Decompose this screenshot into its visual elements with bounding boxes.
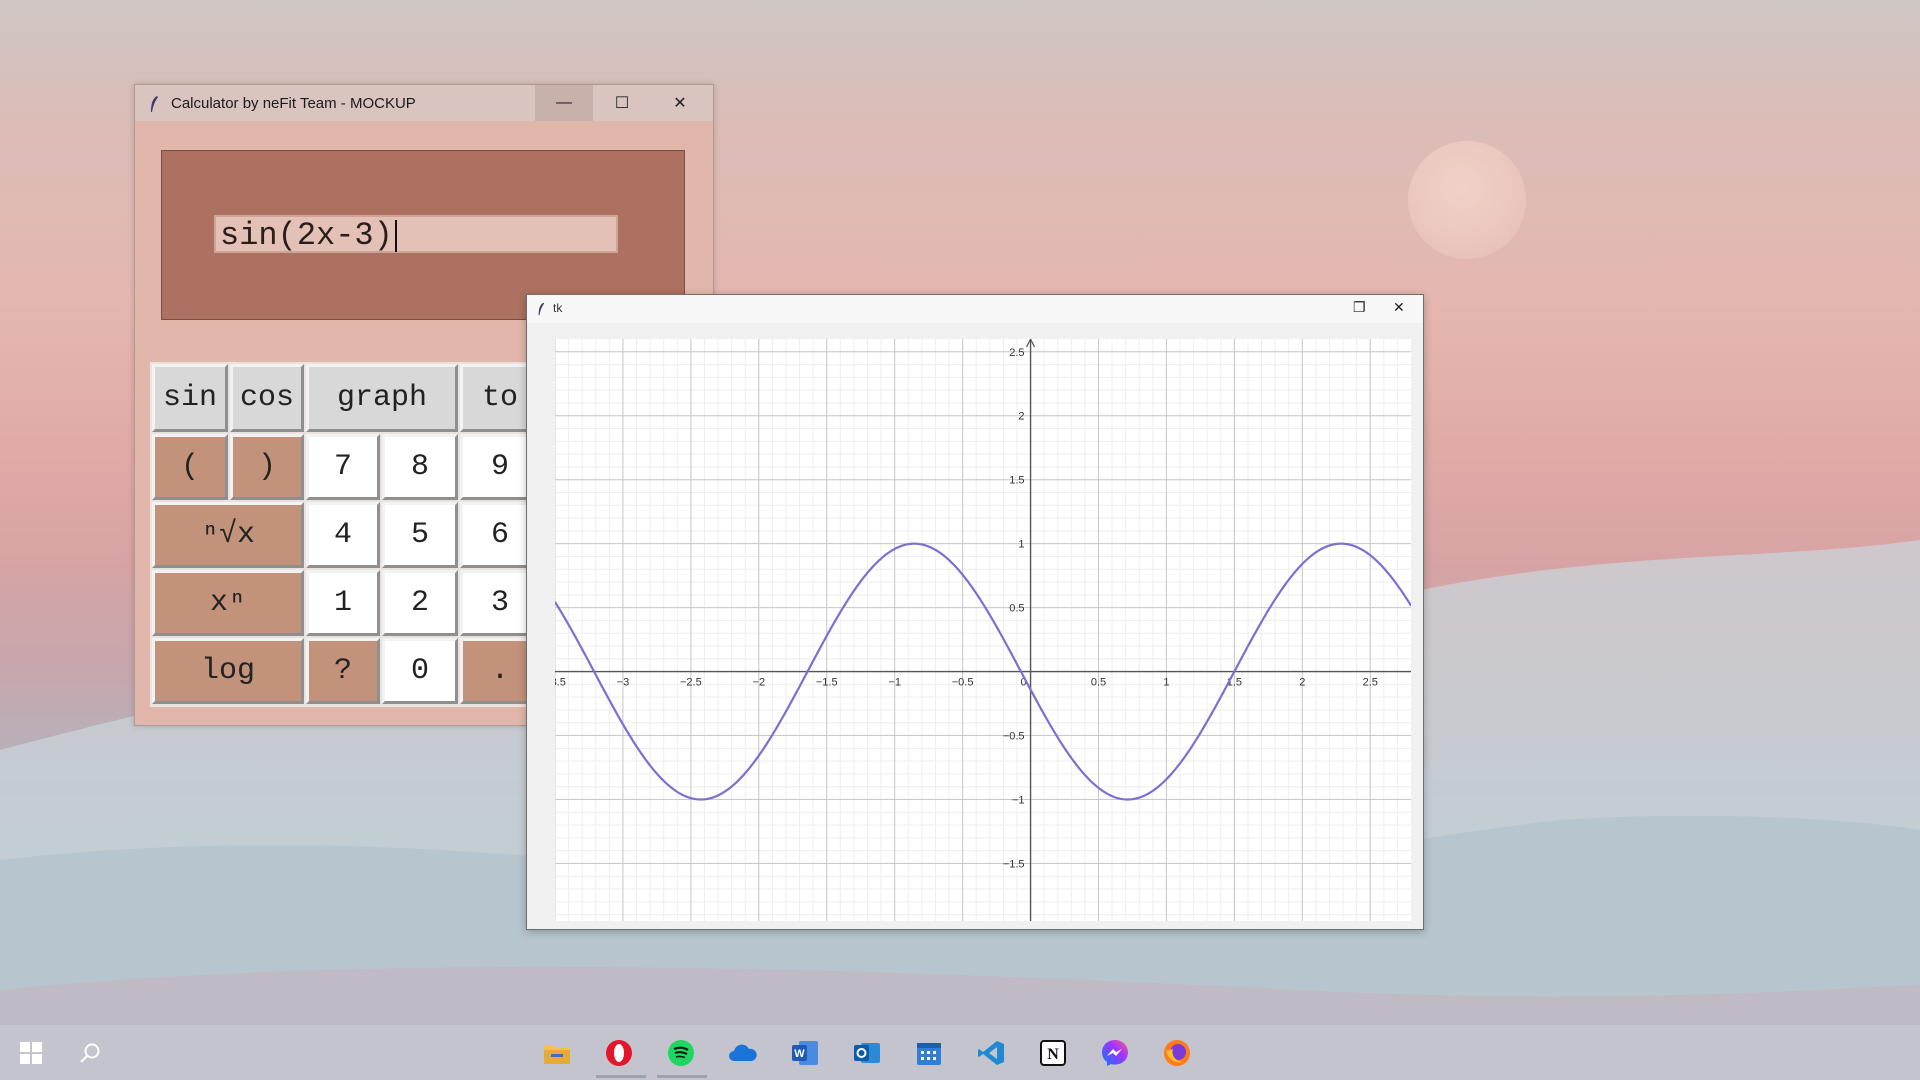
digit-1-button[interactable]: 1	[306, 570, 380, 636]
to-label: to	[481, 381, 518, 415]
graph-plot-area: −3.5−3−2.5−2−1.5−1−0.500.511.522.52.521.…	[544, 337, 1412, 934]
firefox-icon[interactable]	[1162, 1038, 1192, 1068]
log-button[interactable]: log	[152, 638, 304, 704]
graph-window-title: tk	[553, 301, 563, 315]
minimize-icon: —	[556, 94, 572, 111]
x-tick-label: 2.5	[1363, 677, 1378, 689]
digit-4-label: 4	[333, 518, 352, 552]
maximize-icon: ☐	[614, 95, 630, 112]
y-tick-label: −1	[1012, 794, 1025, 806]
question-button[interactable]: ?	[306, 638, 380, 704]
maximize-button[interactable]: ☐	[593, 85, 651, 121]
digit-0-label: 0	[410, 654, 429, 688]
y-tick-label: 1.5	[1009, 475, 1024, 487]
y-tick-label: 1	[1018, 539, 1024, 551]
opera-active-indicator	[596, 1075, 646, 1078]
vscode-icon[interactable]	[976, 1038, 1006, 1068]
digit-7-button[interactable]: 7	[306, 434, 380, 500]
digit-6-label: 6	[490, 518, 509, 552]
calculator-titlebar[interactable]: Calculator by neFit Team - MOCKUP — ☐ ✕	[135, 85, 713, 121]
open-paren-button[interactable]: (	[152, 434, 228, 500]
x-tick-label: 1	[1163, 677, 1169, 689]
digit-5-button[interactable]: 5	[382, 502, 458, 568]
x-tick-label: 2	[1299, 677, 1305, 689]
sin-button[interactable]: sin	[152, 364, 228, 432]
digit-0-button[interactable]: 0	[382, 638, 458, 704]
spotify-active-indicator	[657, 1075, 707, 1078]
x-tick-label: −1.5	[816, 677, 838, 689]
graph-label: graph	[336, 381, 427, 415]
nth-root-label: ⁿ√x	[200, 518, 255, 552]
feather-icon	[538, 302, 545, 316]
digit-8-label: 8	[410, 450, 429, 484]
expression-text: sin(2x-3)	[220, 217, 393, 254]
close-paren-button[interactable]: )	[230, 434, 304, 500]
cos-button[interactable]: cos	[230, 364, 304, 432]
svg-text:W: W	[794, 1048, 805, 1060]
search-icon[interactable]	[75, 1038, 105, 1068]
close-button[interactable]: ✕	[651, 85, 709, 121]
nth-root-button[interactable]: ⁿ√x	[152, 502, 304, 568]
moon	[1408, 141, 1526, 259]
spotify-icon[interactable]	[666, 1038, 696, 1068]
windows-start-icon[interactable]	[16, 1038, 46, 1068]
digit-2-button[interactable]: 2	[382, 570, 458, 636]
y-tick-label: 2	[1018, 411, 1024, 423]
calendar-icon[interactable]	[914, 1038, 944, 1068]
close-icon[interactable]: ✕	[1393, 299, 1405, 316]
close-icon: ✕	[673, 95, 687, 112]
function-graph: −3.5−3−2.5−2−1.5−1−0.500.511.522.52.521.…	[544, 337, 1412, 934]
onedrive-icon[interactable]	[728, 1038, 758, 1068]
y-tick-label: 0.5	[1009, 603, 1024, 615]
x-tick-label: −3.5	[555, 677, 566, 689]
digit-4-button[interactable]: 4	[306, 502, 380, 568]
taskbar: W N	[0, 1025, 1920, 1080]
open-paren-label: (	[180, 450, 199, 484]
text-caret	[394, 219, 397, 252]
y-tick-label: 2.5	[1009, 347, 1024, 359]
digit-1-label: 1	[333, 586, 352, 620]
restore-icon[interactable]: ❐	[1353, 299, 1366, 316]
x-tick-label: 0.5	[1091, 677, 1106, 689]
digit-5-label: 5	[410, 518, 429, 552]
question-label: ?	[333, 654, 352, 688]
messenger-icon[interactable]	[1100, 1038, 1130, 1068]
graph-button[interactable]: graph	[306, 364, 458, 432]
x-tick-label: −2.5	[680, 677, 702, 689]
close-paren-label: )	[257, 450, 276, 484]
y-tick-label: −0.5	[1003, 731, 1025, 743]
window-title: Calculator by neFit Team - MOCKUP	[171, 95, 416, 112]
decimal-point-label: .	[490, 654, 509, 688]
graph-window: tk ❐ ✕ −3.5−3−2.5−2−1.5−1−0.500.511.522.…	[526, 294, 1424, 934]
digit-8-button[interactable]: 8	[382, 434, 458, 500]
digit-2-label: 2	[410, 586, 429, 620]
digit-7-label: 7	[333, 450, 352, 484]
sin-label: sin	[162, 381, 217, 415]
minimize-button[interactable]: —	[535, 85, 593, 121]
svg-text:N: N	[1047, 1046, 1059, 1063]
notion-icon[interactable]: N	[1038, 1038, 1068, 1068]
power-label: xⁿ	[209, 586, 246, 620]
cos-label: cos	[239, 381, 294, 415]
digit-3-label: 3	[490, 586, 509, 620]
log-label: log	[200, 654, 255, 688]
x-tick-label: −0.5	[952, 677, 974, 689]
feather-icon	[151, 96, 158, 112]
file-explorer-icon[interactable]	[542, 1038, 572, 1068]
y-tick-label: −1.5	[1003, 858, 1025, 870]
x-tick-label: −1	[888, 677, 901, 689]
opera-icon[interactable]	[604, 1038, 634, 1068]
power-button[interactable]: xⁿ	[152, 570, 304, 636]
digit-9-label: 9	[490, 450, 509, 484]
x-tick-label: −3	[617, 677, 630, 689]
expression-input[interactable]: sin(2x-3)	[214, 215, 618, 254]
x-tick-label: −2	[753, 677, 766, 689]
outlook-icon[interactable]	[852, 1038, 882, 1068]
word-icon[interactable]: W	[790, 1038, 820, 1068]
graph-titlebar[interactable]: tk ❐ ✕	[527, 295, 1423, 323]
